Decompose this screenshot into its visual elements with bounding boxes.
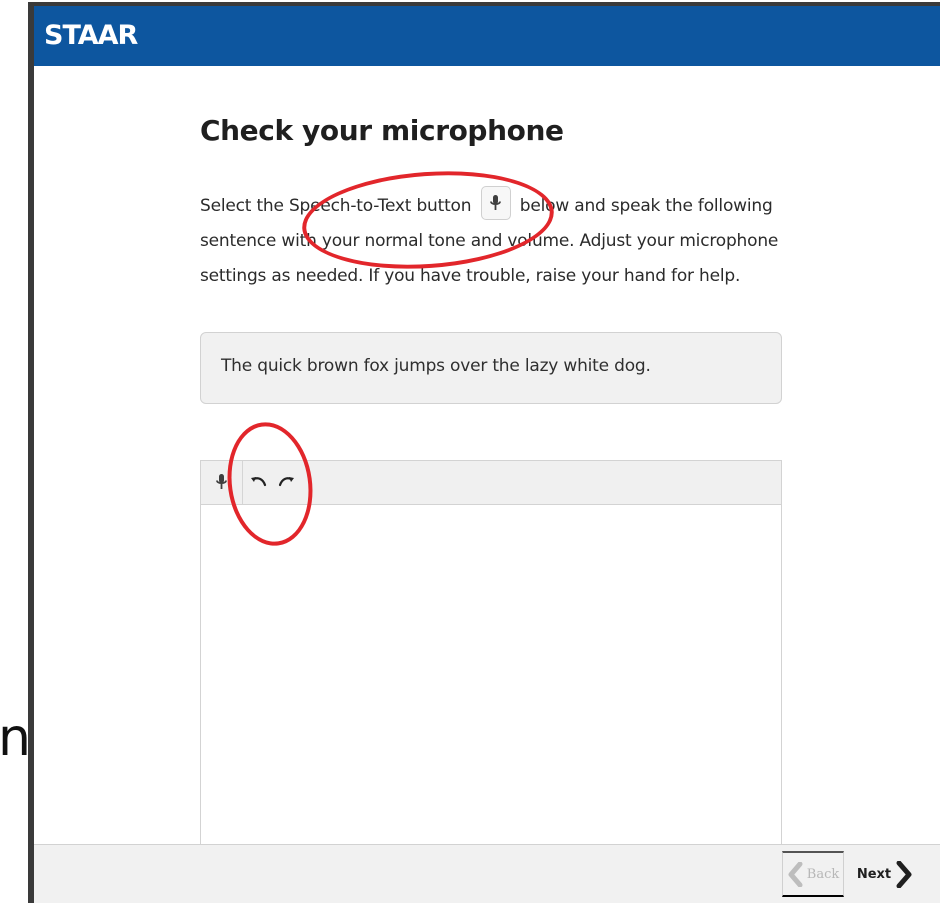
chevron-right-icon	[896, 860, 912, 888]
undo-button[interactable]	[243, 461, 274, 504]
speech-to-text-reference-button	[480, 186, 511, 220]
sample-sentence-box: The quick brown fox jumps over the lazy …	[200, 332, 782, 404]
staar-logo: STAAR	[44, 20, 138, 51]
redo-button[interactable]	[274, 461, 298, 504]
back-label: Back	[806, 866, 840, 882]
speech-to-text-button[interactable]	[201, 461, 243, 504]
sample-sentence: The quick brown fox jumps over the lazy …	[221, 356, 651, 376]
page-title: Check your microphone	[200, 114, 564, 147]
next-button[interactable]: Next	[848, 851, 922, 897]
editor-toolbar	[201, 461, 781, 505]
next-label: Next	[856, 866, 892, 882]
staar-app-window: STAAR Check your microphone Select the S…	[28, 2, 940, 903]
undo-icon	[251, 477, 267, 487]
speech-response-editor[interactable]	[200, 460, 782, 903]
redo-icon	[278, 477, 294, 487]
bottom-navigation-bar: Back Next	[34, 844, 940, 903]
chevron-left-icon	[788, 861, 803, 887]
microphone-icon	[490, 194, 501, 210]
cropped-side-text: n	[0, 708, 28, 768]
top-banner: STAAR	[34, 6, 940, 66]
microphone-icon	[216, 474, 227, 489]
instruction-before-button: Select the Speech-to-Text button	[200, 196, 472, 216]
back-button[interactable]: Back	[782, 851, 844, 897]
instruction-text: Select the Speech-to-Text button below a…	[200, 186, 800, 294]
screenshot-stage: n STAAR Check your microphone Select the…	[0, 0, 940, 903]
